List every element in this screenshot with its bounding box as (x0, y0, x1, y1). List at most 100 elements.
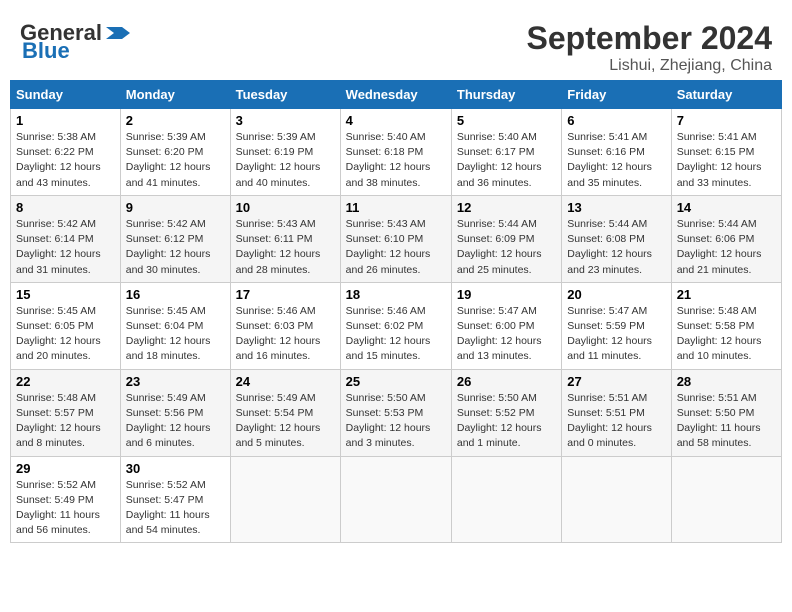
day-number: 17 (236, 287, 335, 302)
col-monday: Monday (120, 81, 230, 109)
day-number: 5 (457, 113, 556, 128)
day-info: Sunrise: 5:51 AMSunset: 5:50 PMDaylight:… (677, 391, 776, 452)
table-row (340, 456, 451, 543)
day-info: Sunrise: 5:49 AMSunset: 5:56 PMDaylight:… (126, 391, 225, 452)
table-row: 26 Sunrise: 5:50 AMSunset: 5:52 PMDaylig… (451, 369, 561, 456)
table-row: 27 Sunrise: 5:51 AMSunset: 5:51 PMDaylig… (562, 369, 671, 456)
table-row: 10 Sunrise: 5:43 AMSunset: 6:11 PMDaylig… (230, 195, 340, 282)
calendar-table: Sunday Monday Tuesday Wednesday Thursday… (10, 80, 782, 543)
location-title: Lishui, Zhejiang, China (527, 57, 772, 75)
calendar-week-row: 1 Sunrise: 5:38 AMSunset: 6:22 PMDayligh… (11, 109, 782, 196)
logo: General Blue (20, 20, 134, 64)
day-number: 9 (126, 200, 225, 215)
table-row: 1 Sunrise: 5:38 AMSunset: 6:22 PMDayligh… (11, 109, 121, 196)
day-info: Sunrise: 5:50 AMSunset: 5:53 PMDaylight:… (346, 391, 446, 452)
table-row: 20 Sunrise: 5:47 AMSunset: 5:59 PMDaylig… (562, 282, 671, 369)
day-info: Sunrise: 5:46 AMSunset: 6:02 PMDaylight:… (346, 304, 446, 365)
table-row: 16 Sunrise: 5:45 AMSunset: 6:04 PMDaylig… (120, 282, 230, 369)
day-number: 10 (236, 200, 335, 215)
day-info: Sunrise: 5:45 AMSunset: 6:05 PMDaylight:… (16, 304, 115, 365)
day-number: 24 (236, 374, 335, 389)
col-wednesday: Wednesday (340, 81, 451, 109)
col-tuesday: Tuesday (230, 81, 340, 109)
day-number: 14 (677, 200, 776, 215)
title-block: September 2024 Lishui, Zhejiang, China (527, 20, 772, 75)
calendar-week-row: 22 Sunrise: 5:48 AMSunset: 5:57 PMDaylig… (11, 369, 782, 456)
day-number: 18 (346, 287, 446, 302)
table-row: 29 Sunrise: 5:52 AMSunset: 5:49 PMDaylig… (11, 456, 121, 543)
day-number: 25 (346, 374, 446, 389)
day-number: 1 (16, 113, 115, 128)
day-info: Sunrise: 5:41 AMSunset: 6:15 PMDaylight:… (677, 130, 776, 191)
table-row: 13 Sunrise: 5:44 AMSunset: 6:08 PMDaylig… (562, 195, 671, 282)
table-row: 14 Sunrise: 5:44 AMSunset: 6:06 PMDaylig… (671, 195, 781, 282)
day-info: Sunrise: 5:42 AMSunset: 6:12 PMDaylight:… (126, 217, 225, 278)
calendar-week-row: 15 Sunrise: 5:45 AMSunset: 6:05 PMDaylig… (11, 282, 782, 369)
day-info: Sunrise: 5:46 AMSunset: 6:03 PMDaylight:… (236, 304, 335, 365)
day-info: Sunrise: 5:39 AMSunset: 6:19 PMDaylight:… (236, 130, 335, 191)
table-row (230, 456, 340, 543)
day-number: 21 (677, 287, 776, 302)
table-row: 11 Sunrise: 5:43 AMSunset: 6:10 PMDaylig… (340, 195, 451, 282)
day-info: Sunrise: 5:49 AMSunset: 5:54 PMDaylight:… (236, 391, 335, 452)
day-info: Sunrise: 5:44 AMSunset: 6:09 PMDaylight:… (457, 217, 556, 278)
day-number: 12 (457, 200, 556, 215)
calendar-header-row: Sunday Monday Tuesday Wednesday Thursday… (11, 81, 782, 109)
day-info: Sunrise: 5:40 AMSunset: 6:18 PMDaylight:… (346, 130, 446, 191)
table-row: 3 Sunrise: 5:39 AMSunset: 6:19 PMDayligh… (230, 109, 340, 196)
table-row: 7 Sunrise: 5:41 AMSunset: 6:15 PMDayligh… (671, 109, 781, 196)
day-number: 15 (16, 287, 115, 302)
day-number: 22 (16, 374, 115, 389)
table-row: 24 Sunrise: 5:49 AMSunset: 5:54 PMDaylig… (230, 369, 340, 456)
day-info: Sunrise: 5:47 AMSunset: 5:59 PMDaylight:… (567, 304, 665, 365)
table-row: 12 Sunrise: 5:44 AMSunset: 6:09 PMDaylig… (451, 195, 561, 282)
table-row: 25 Sunrise: 5:50 AMSunset: 5:53 PMDaylig… (340, 369, 451, 456)
day-info: Sunrise: 5:42 AMSunset: 6:14 PMDaylight:… (16, 217, 115, 278)
day-number: 20 (567, 287, 665, 302)
table-row: 19 Sunrise: 5:47 AMSunset: 6:00 PMDaylig… (451, 282, 561, 369)
col-sunday: Sunday (11, 81, 121, 109)
col-saturday: Saturday (671, 81, 781, 109)
day-info: Sunrise: 5:43 AMSunset: 6:10 PMDaylight:… (346, 217, 446, 278)
day-info: Sunrise: 5:48 AMSunset: 5:57 PMDaylight:… (16, 391, 115, 452)
day-number: 6 (567, 113, 665, 128)
day-info: Sunrise: 5:38 AMSunset: 6:22 PMDaylight:… (16, 130, 115, 191)
table-row: 17 Sunrise: 5:46 AMSunset: 6:03 PMDaylig… (230, 282, 340, 369)
day-number: 23 (126, 374, 225, 389)
day-number: 4 (346, 113, 446, 128)
col-thursday: Thursday (451, 81, 561, 109)
table-row: 8 Sunrise: 5:42 AMSunset: 6:14 PMDayligh… (11, 195, 121, 282)
page-header: General Blue September 2024 Lishui, Zhej… (10, 10, 782, 80)
logo-arrow-icon (102, 23, 134, 43)
day-info: Sunrise: 5:40 AMSunset: 6:17 PMDaylight:… (457, 130, 556, 191)
day-number: 7 (677, 113, 776, 128)
day-info: Sunrise: 5:41 AMSunset: 6:16 PMDaylight:… (567, 130, 665, 191)
day-info: Sunrise: 5:47 AMSunset: 6:00 PMDaylight:… (457, 304, 556, 365)
calendar-week-row: 8 Sunrise: 5:42 AMSunset: 6:14 PMDayligh… (11, 195, 782, 282)
table-row: 21 Sunrise: 5:48 AMSunset: 5:58 PMDaylig… (671, 282, 781, 369)
logo-blue: Blue (22, 38, 70, 64)
table-row (562, 456, 671, 543)
month-title: September 2024 (527, 20, 772, 57)
day-number: 19 (457, 287, 556, 302)
calendar-week-row: 29 Sunrise: 5:52 AMSunset: 5:49 PMDaylig… (11, 456, 782, 543)
day-info: Sunrise: 5:52 AMSunset: 5:49 PMDaylight:… (16, 478, 115, 539)
day-info: Sunrise: 5:45 AMSunset: 6:04 PMDaylight:… (126, 304, 225, 365)
day-number: 11 (346, 200, 446, 215)
day-info: Sunrise: 5:44 AMSunset: 6:08 PMDaylight:… (567, 217, 665, 278)
day-info: Sunrise: 5:39 AMSunset: 6:20 PMDaylight:… (126, 130, 225, 191)
day-number: 2 (126, 113, 225, 128)
day-number: 26 (457, 374, 556, 389)
day-number: 3 (236, 113, 335, 128)
table-row: 2 Sunrise: 5:39 AMSunset: 6:20 PMDayligh… (120, 109, 230, 196)
day-number: 29 (16, 461, 115, 476)
day-info: Sunrise: 5:43 AMSunset: 6:11 PMDaylight:… (236, 217, 335, 278)
table-row: 23 Sunrise: 5:49 AMSunset: 5:56 PMDaylig… (120, 369, 230, 456)
day-number: 30 (126, 461, 225, 476)
day-info: Sunrise: 5:52 AMSunset: 5:47 PMDaylight:… (126, 478, 225, 539)
table-row (451, 456, 561, 543)
table-row (671, 456, 781, 543)
day-info: Sunrise: 5:48 AMSunset: 5:58 PMDaylight:… (677, 304, 776, 365)
table-row: 30 Sunrise: 5:52 AMSunset: 5:47 PMDaylig… (120, 456, 230, 543)
day-number: 8 (16, 200, 115, 215)
